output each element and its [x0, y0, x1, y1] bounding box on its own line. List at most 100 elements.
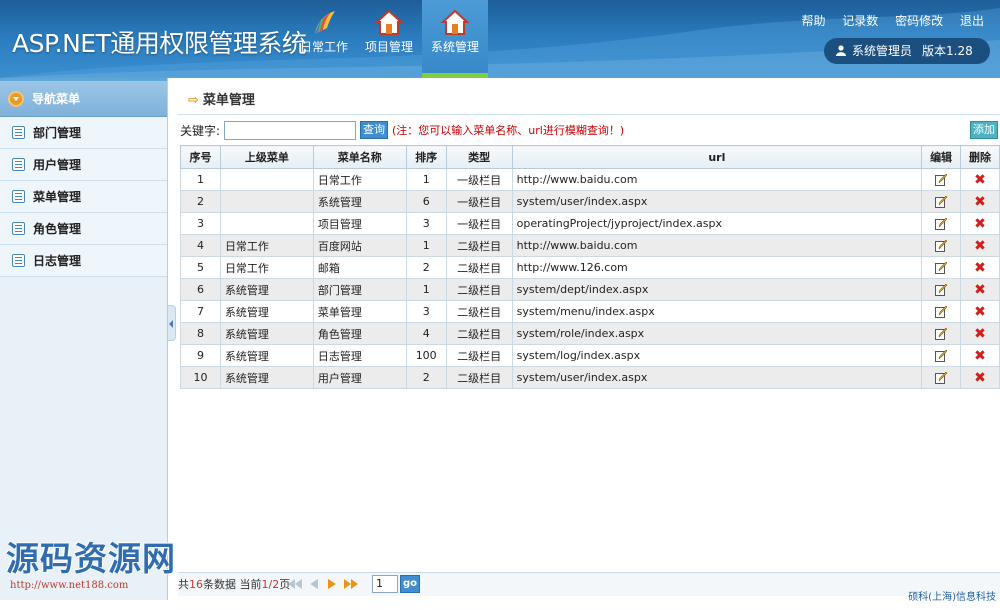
table-row[interactable]: 6 系统管理 部门管理 1 二级栏目 system/dept/index.aspx ✖: [180, 278, 1000, 301]
page-title: ⇨ 菜单管理: [178, 88, 255, 114]
cell-sort: 6: [405, 190, 447, 213]
search-input[interactable]: [224, 121, 356, 140]
cell-parent: 系统管理: [219, 300, 314, 323]
edit-icon[interactable]: [935, 284, 948, 296]
help-link[interactable]: 帮助: [801, 14, 825, 28]
top-links: 帮助 记录数 密码修改 退出: [788, 12, 984, 29]
cell-type: 二级栏目: [445, 278, 513, 301]
change-password-link[interactable]: 密码修改: [895, 14, 943, 28]
sidebar-item-roles[interactable]: 角色管理: [0, 213, 167, 245]
cell-name: 百度网站: [312, 234, 407, 257]
cell-sort: 4: [405, 322, 447, 345]
column-header[interactable]: 菜单名称: [312, 145, 407, 169]
sidebar-item-menu[interactable]: 菜单管理: [0, 181, 167, 213]
delete-icon[interactable]: ✖: [974, 217, 986, 231]
column-header[interactable]: url: [511, 145, 923, 169]
page-number-input[interactable]: 1: [372, 575, 398, 593]
cell-edit: [921, 234, 962, 257]
table-row[interactable]: 10 系统管理 用户管理 2 二级栏目 system/user/index.aspx ✖: [180, 366, 1000, 389]
delete-icon[interactable]: ✖: [974, 349, 986, 363]
sidebar-collapse-handle[interactable]: [168, 305, 176, 341]
column-header[interactable]: 排序: [405, 145, 447, 169]
logout-link[interactable]: 退出: [960, 14, 984, 28]
nav-tab-daily-work[interactable]: 日常工作: [295, 0, 353, 78]
table-row[interactable]: 2 系统管理 6 一级栏目 system/user/index.aspx ✖: [180, 190, 1000, 213]
cell-delete: ✖: [960, 366, 1000, 389]
first-page-icon[interactable]: [288, 579, 302, 589]
watermark-title: 源码资源网: [6, 539, 176, 578]
cell-parent: 日常工作: [219, 234, 314, 257]
cell-url: system/dept/index.aspx: [511, 278, 923, 301]
nav-tab-project-management[interactable]: 项目管理: [360, 0, 418, 78]
delete-icon[interactable]: ✖: [974, 195, 986, 209]
column-header[interactable]: 上级菜单: [219, 145, 314, 169]
cell-type: 二级栏目: [445, 256, 513, 279]
cell-edit: [921, 344, 962, 367]
edit-icon[interactable]: [935, 306, 948, 318]
delete-icon[interactable]: ✖: [974, 173, 986, 187]
delete-icon[interactable]: ✖: [974, 283, 986, 297]
nav-tab-label: 日常工作: [299, 40, 348, 54]
column-header[interactable]: 序号: [180, 145, 221, 169]
cell-type: 二级栏目: [445, 300, 513, 323]
sidebar-item-users[interactable]: 用户管理: [0, 149, 167, 181]
sidebar-item-logs[interactable]: 日志管理: [0, 245, 167, 277]
app-title: ASP.NET通用权限管理系统: [12, 29, 307, 58]
next-page-icon[interactable]: [328, 579, 336, 589]
last-page-icon[interactable]: [344, 579, 358, 589]
column-header: 编辑: [921, 145, 962, 169]
cell-sort: 100: [405, 344, 447, 367]
edit-icon[interactable]: [935, 372, 948, 384]
add-button[interactable]: 添加: [970, 121, 998, 139]
watermark-url: http://www.net188.com: [10, 580, 129, 591]
record-count-link[interactable]: 记录数: [842, 14, 878, 28]
list-icon: [12, 254, 25, 267]
table-row[interactable]: 1 日常工作 1 一级栏目 http://www.baidu.com ✖: [180, 168, 1000, 191]
sidebar-item-label: 角色管理: [33, 222, 82, 236]
delete-icon[interactable]: ✖: [974, 261, 986, 275]
cell-sort: 3: [405, 212, 447, 235]
cell-sort: 1: [405, 168, 447, 191]
edit-icon[interactable]: [935, 262, 948, 274]
edit-icon[interactable]: [935, 350, 948, 362]
delete-icon[interactable]: ✖: [974, 305, 986, 319]
edit-icon[interactable]: [935, 218, 948, 230]
cell-no: 9: [180, 344, 221, 367]
nav-tab-label: 系统管理: [430, 40, 479, 54]
delete-icon[interactable]: ✖: [974, 327, 986, 341]
sidebar-item-label: 部门管理: [33, 126, 82, 140]
table-row[interactable]: 5 日常工作 邮箱 2 二级栏目 http://www.126.com ✖: [180, 256, 1000, 279]
prev-page-icon[interactable]: [310, 579, 318, 589]
table-row[interactable]: 3 项目管理 3 一级栏目 operatingProject/jyproject/ind…: [180, 212, 1000, 235]
cell-no: 7: [180, 300, 221, 323]
table-row[interactable]: 9 系统管理 日志管理 100 二级栏目 system/log/index.aspx ✖: [180, 344, 1000, 367]
delete-icon[interactable]: ✖: [974, 239, 986, 253]
sidebar-item-label: 日志管理: [33, 254, 82, 268]
pen-fan-icon: [315, 11, 335, 34]
delete-icon[interactable]: ✖: [974, 371, 986, 385]
sidebar-item-dept[interactable]: 部门管理: [0, 117, 167, 149]
arrow-right-icon: ⇨: [188, 93, 199, 108]
cell-delete: ✖: [960, 322, 1000, 345]
cell-name: 系统管理: [312, 190, 407, 213]
cell-no: 3: [180, 212, 221, 235]
home-icon: [440, 9, 470, 35]
edit-icon[interactable]: [935, 196, 948, 208]
edit-icon[interactable]: [935, 174, 948, 186]
cell-url: system/role/index.aspx: [511, 322, 923, 345]
column-header[interactable]: 类型: [445, 145, 513, 169]
table-row[interactable]: 8 系统管理 角色管理 4 二级栏目 system/role/index.aspx ✖: [180, 322, 1000, 345]
user-info-pill: 系统管理员 版本1.28: [824, 38, 990, 64]
pager-bar: 共16条数据 当前1/2页 1 go 硕科(上海)信息科技: [178, 572, 1000, 603]
nav-tab-system-management[interactable]: 系统管理: [422, 0, 488, 78]
chevron-down-icon: [8, 91, 24, 107]
list-icon: [12, 126, 25, 139]
edit-icon[interactable]: [935, 328, 948, 340]
version-label: 版本1.28: [922, 44, 973, 58]
table-row[interactable]: 4 日常工作 百度网站 1 二级栏目 http://www.baidu.com ✖: [180, 234, 1000, 257]
edit-icon[interactable]: [935, 240, 948, 252]
table-row[interactable]: 7 系统管理 菜单管理 3 二级栏目 system/menu/index.aspx ✖: [180, 300, 1000, 323]
search-button[interactable]: 查询: [360, 121, 388, 139]
go-button[interactable]: go: [400, 575, 420, 593]
sidebar-header[interactable]: 导航菜单: [0, 81, 167, 117]
